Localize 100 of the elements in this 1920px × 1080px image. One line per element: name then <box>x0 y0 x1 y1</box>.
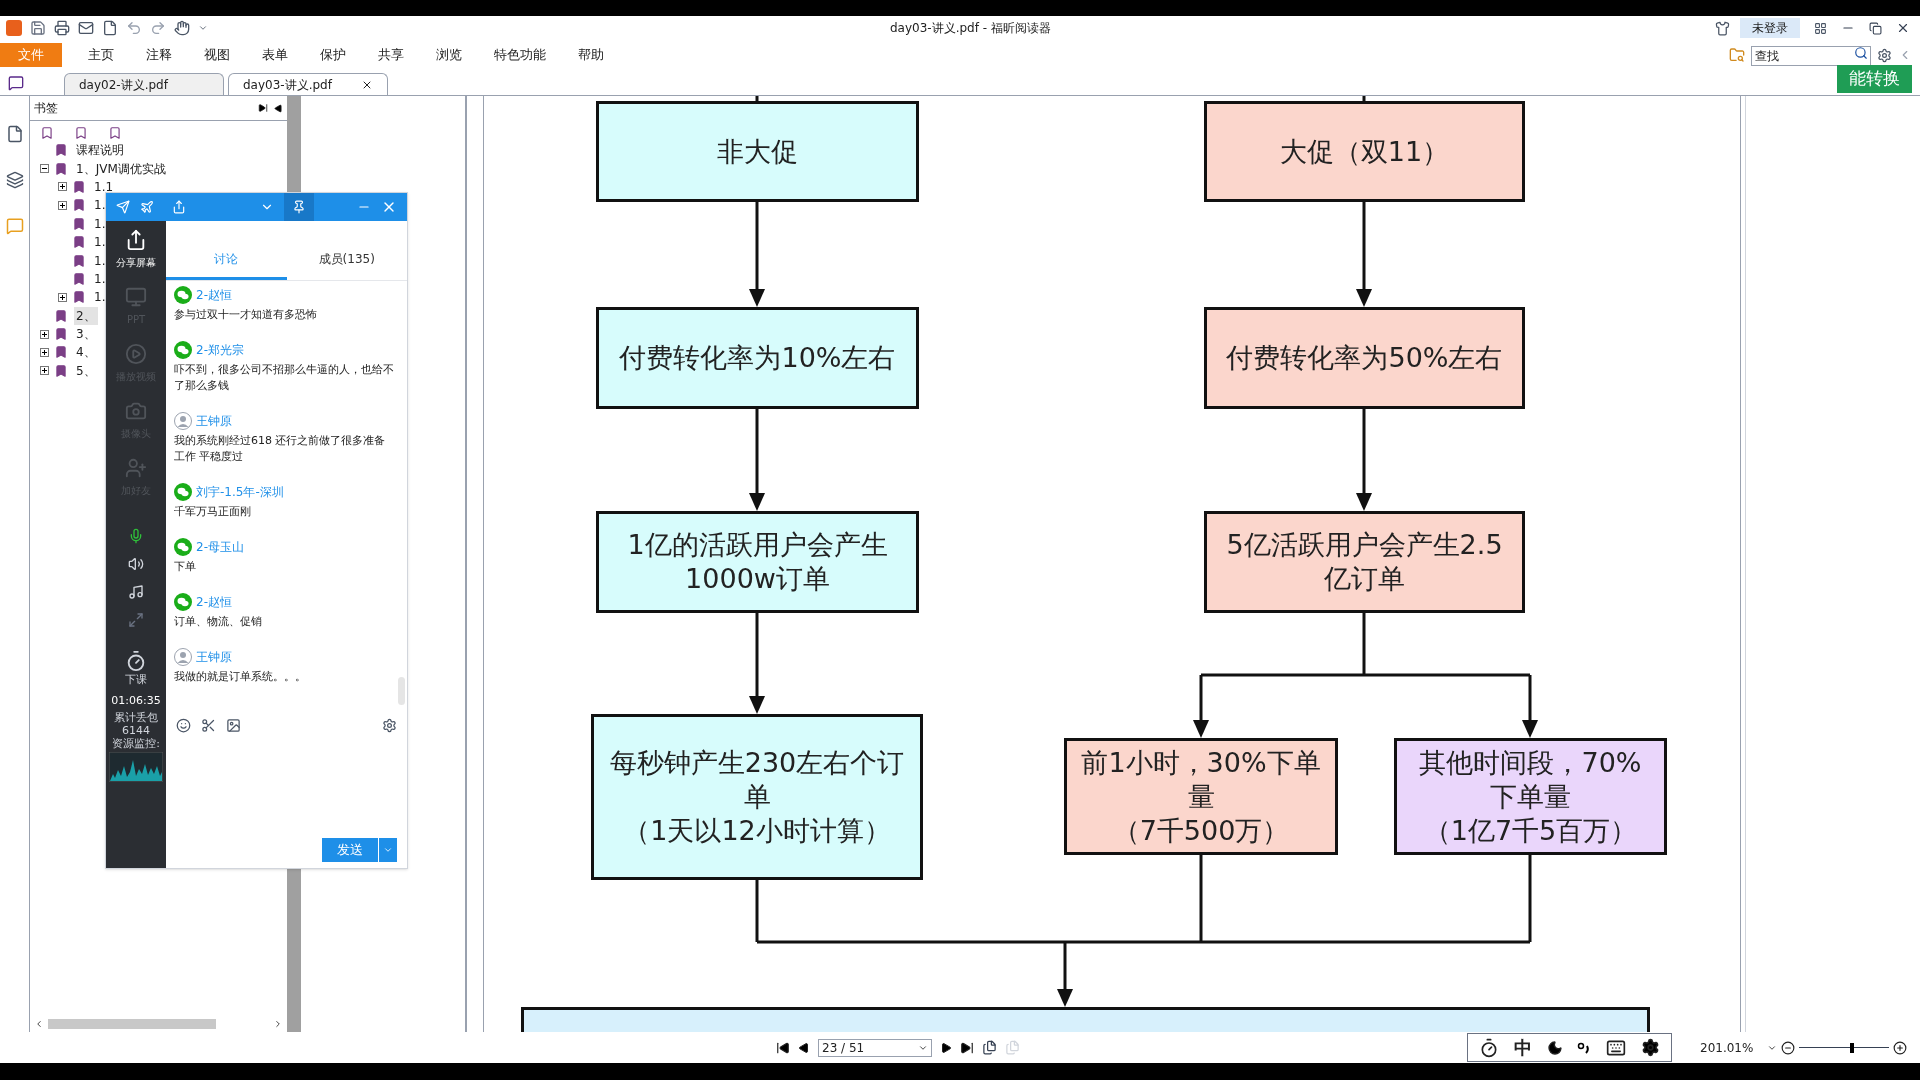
delete-bookmark-icon[interactable] <box>40 124 54 141</box>
bookmark-item[interactable]: 3、 <box>74 325 98 344</box>
collapse-icon[interactable] <box>39 164 49 174</box>
menu-item[interactable]: 特色功能 <box>484 43 556 67</box>
expand-panel-icon[interactable] <box>258 103 268 113</box>
scrollbar-thumb[interactable] <box>398 677 405 705</box>
bookmark-item[interactable]: 4、 <box>74 343 98 362</box>
grid-icon[interactable] <box>1814 21 1827 35</box>
expand-icon[interactable] <box>39 366 49 376</box>
bookmark-item[interactable]: 1.1 <box>92 177 116 196</box>
mail-icon[interactable] <box>78 20 94 36</box>
emoji-icon[interactable] <box>176 717 191 733</box>
zoom-out-icon[interactable] <box>1781 1040 1796 1055</box>
skin-icon[interactable] <box>1715 20 1730 36</box>
bookmark-item[interactable]: 课程说明 <box>74 141 126 160</box>
zoom-slider[interactable] <box>1799 1041 1890 1054</box>
menu-item[interactable]: 表单 <box>252 43 298 67</box>
sender-name[interactable]: 刘宇-1.5年-深圳 <box>196 483 284 501</box>
folder-search-icon[interactable] <box>1729 47 1745 63</box>
collapse-panel-icon[interactable] <box>274 103 283 113</box>
slider-thumb[interactable] <box>1849 1042 1854 1053</box>
bookmark-item[interactable]: 1. <box>92 214 108 233</box>
scrollbar-thumb[interactable] <box>48 1019 216 1029</box>
expand-icon[interactable] <box>57 182 67 192</box>
bookmark-item[interactable]: 5、 <box>74 361 98 380</box>
hand-icon[interactable] <box>174 20 190 36</box>
sender-name[interactable]: 2-郑光宗 <box>196 341 244 359</box>
moon-icon[interactable] <box>1546 1039 1563 1056</box>
bookmark-item[interactable]: 1. <box>92 233 108 252</box>
bookmark-item[interactable]: 1. <box>92 196 108 215</box>
login-status[interactable]: 未登录 <box>1740 18 1800 38</box>
edit-icon[interactable] <box>8 75 24 91</box>
menu-item[interactable]: 保护 <box>310 43 356 67</box>
settings-icon[interactable] <box>1877 47 1892 63</box>
punctuation-icon[interactable] <box>1577 1040 1592 1055</box>
speaker-icon[interactable] <box>128 556 144 572</box>
sender-name[interactable]: 2-母玉山 <box>196 538 244 556</box>
bookmark-item[interactable]: 2、 <box>74 306 98 325</box>
message-text: 千军万马正面刚 <box>174 504 252 520</box>
bookmark-item[interactable]: 1. <box>92 251 108 270</box>
menu-item[interactable]: 浏览 <box>426 43 472 67</box>
expand-icon[interactable] <box>57 200 67 210</box>
share-icon[interactable] <box>172 200 186 214</box>
expand-icon[interactable] <box>39 348 49 357</box>
document-tab[interactable]: day02-讲义.pdf <box>64 73 224 95</box>
bookmark-item[interactable]: 1. <box>92 288 108 307</box>
print-icon[interactable] <box>54 20 70 36</box>
fullscreen-icon[interactable] <box>128 612 144 628</box>
first-page-icon[interactable] <box>776 1040 790 1055</box>
menu-item[interactable]: 帮助 <box>568 43 614 67</box>
settings-icon[interactable] <box>382 717 397 733</box>
waveform-drawing <box>109 752 163 782</box>
sender-name[interactable]: 王钟原 <box>196 648 232 666</box>
restore-icon[interactable] <box>1869 21 1882 35</box>
pin-button[interactable] <box>284 193 314 221</box>
menu-item[interactable]: 视图 <box>194 43 240 67</box>
end-class-label[interactable]: 下课 <box>125 672 147 689</box>
menu-item[interactable]: 主页 <box>78 43 124 67</box>
music-icon[interactable] <box>128 584 144 600</box>
page-field[interactable]: 23 / 51 <box>818 1038 932 1057</box>
expand-icon[interactable] <box>57 292 67 302</box>
undo-icon[interactable] <box>126 20 142 36</box>
next-page-icon[interactable] <box>940 1041 952 1054</box>
previous-view-icon[interactable] <box>982 1040 997 1055</box>
add-bookmark-icon[interactable] <box>74 124 88 141</box>
caret-icon[interactable] <box>198 23 208 33</box>
bookmark-item[interactable]: 1、JVM调优实战 <box>74 159 168 178</box>
sender-name[interactable]: 王钟原 <box>196 412 232 430</box>
chat-tab[interactable]: 讨论 <box>166 240 287 280</box>
scissors-icon[interactable] <box>201 717 216 733</box>
pages-icon[interactable] <box>5 124 24 144</box>
scroll-right-icon[interactable] <box>273 1019 283 1029</box>
search-icon[interactable] <box>1854 46 1868 60</box>
plane-icon[interactable] <box>140 200 154 214</box>
scroll-left-icon[interactable] <box>34 1019 44 1029</box>
tool-label[interactable]: 分享屏幕 <box>116 255 156 270</box>
close-icon[interactable] <box>1896 21 1910 35</box>
input-mode-button[interactable]: 中 <box>1514 1034 1532 1061</box>
settings-icon[interactable] <box>1640 1038 1660 1057</box>
menu-item[interactable]: 注释 <box>136 43 182 67</box>
search-field[interactable]: 查找 <box>1751 46 1871 66</box>
chat-tab[interactable]: 成员(135) <box>286 240 407 280</box>
save-icon[interactable] <box>30 20 46 36</box>
microphone-icon[interactable] <box>128 528 144 544</box>
bookmark-icon <box>72 215 86 232</box>
sender-name[interactable]: 2-赵恒 <box>196 593 232 611</box>
layers-icon[interactable] <box>5 170 24 190</box>
document-tab[interactable]: day03-讲义.pdf <box>228 73 388 95</box>
end-class-icon[interactable] <box>125 650 147 672</box>
previous-page-icon[interactable] <box>798 1041 810 1054</box>
zoom-in-icon[interactable] <box>1893 1040 1908 1055</box>
go-bookmark-icon[interactable] <box>108 124 122 141</box>
new-file-icon[interactable] <box>102 20 118 36</box>
last-page-icon[interactable] <box>960 1040 974 1055</box>
bookmark-item[interactable]: 1. <box>92 269 108 288</box>
expand-icon[interactable] <box>39 329 49 339</box>
flow-box-text: 1亿的活跃用户会产生 1000w订单 <box>627 528 888 596</box>
menu-item[interactable]: 共享 <box>368 43 414 67</box>
sender-name[interactable]: 2-赵恒 <box>196 286 232 304</box>
image-icon[interactable] <box>226 717 241 733</box>
